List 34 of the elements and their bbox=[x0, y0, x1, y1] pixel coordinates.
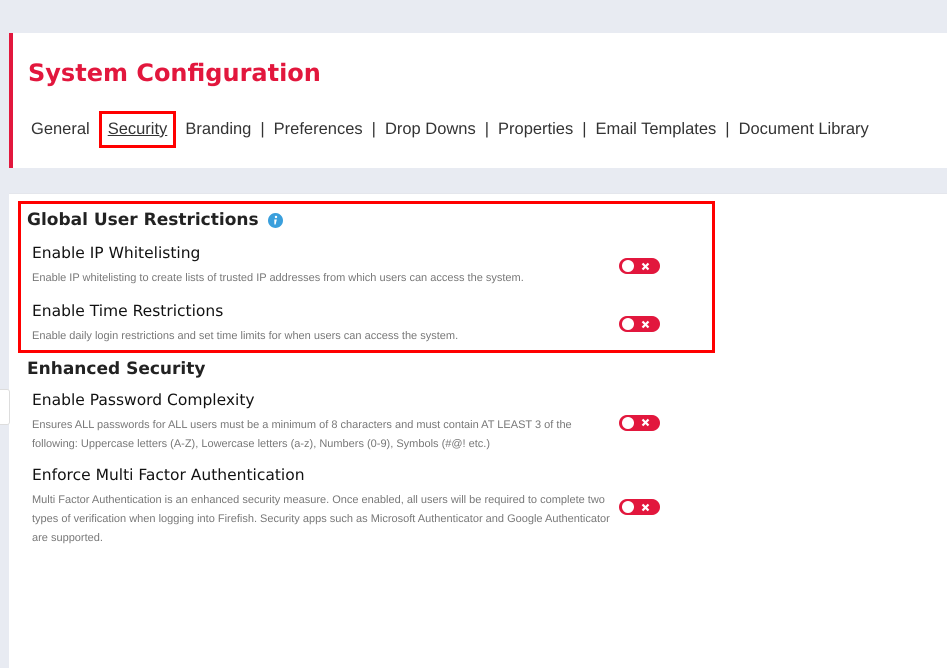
side-handle[interactable] bbox=[0, 389, 10, 425]
setting-title: Enable Time Restrictions bbox=[32, 302, 224, 320]
cross-icon bbox=[641, 262, 650, 270]
nav-tab[interactable]: Branding bbox=[176, 111, 260, 148]
separator: | bbox=[582, 120, 587, 139]
section-title: Global User Restrictions bbox=[27, 210, 259, 230]
toggle-switch[interactable] bbox=[619, 316, 660, 332]
cross-icon bbox=[641, 320, 650, 328]
section-title: Enhanced Security bbox=[27, 359, 206, 379]
separator: | bbox=[484, 120, 490, 139]
nav-tab[interactable]: Email Templates bbox=[586, 111, 726, 148]
nav-tab[interactable]: General bbox=[28, 111, 99, 148]
setting-title: Enforce Multi Factor Authentication bbox=[32, 466, 306, 484]
toggle-switch[interactable] bbox=[619, 499, 660, 515]
setting-description: Ensures ALL passwords for ALL users must be a minimum of 8 characters and must contain AT LEAST 3 of the following: Uppercase letters (A-Z), Lowercase letters (a-z), Numbers (0-9), Symbols (#@! etc.) bbox=[32, 418, 573, 452]
nav-tab[interactable]: Security bbox=[98, 111, 176, 148]
setting-description: Multi Factor Authentication is an enhanced security measure. Once enabled, all users will be required to complete two types of verification when logging into Firefish. Security apps such as Microsoft Authenticator and Google Authenticator are supported. bbox=[32, 493, 611, 546]
setting-description: Enable IP whitelisting to create lists of trusted IP addresses from which users can access the system. bbox=[32, 271, 525, 286]
info-icon[interactable] bbox=[268, 212, 283, 228]
cross-icon bbox=[641, 418, 650, 427]
nav-tab[interactable]: Document Library bbox=[730, 111, 878, 148]
page-title: System Configuration bbox=[28, 59, 322, 87]
nav-tab[interactable]: Preferences bbox=[264, 111, 372, 148]
separator: | bbox=[372, 120, 376, 139]
separator: | bbox=[725, 120, 730, 139]
setting-description: Enable daily login restrictions and set time limits for when users can access the system. bbox=[32, 329, 460, 344]
setting-title: Enable Password Complexity bbox=[32, 391, 256, 409]
nav-tab[interactable]: Drop Downs bbox=[376, 111, 485, 148]
nav-tab[interactable]: Properties bbox=[489, 111, 582, 148]
toggle-switch[interactable] bbox=[619, 258, 660, 274]
toggle-switch[interactable] bbox=[619, 414, 660, 430]
setting-title: Enable IP Whitelisting bbox=[32, 244, 202, 262]
cross-icon bbox=[641, 502, 650, 512]
separator: | bbox=[260, 120, 265, 139]
